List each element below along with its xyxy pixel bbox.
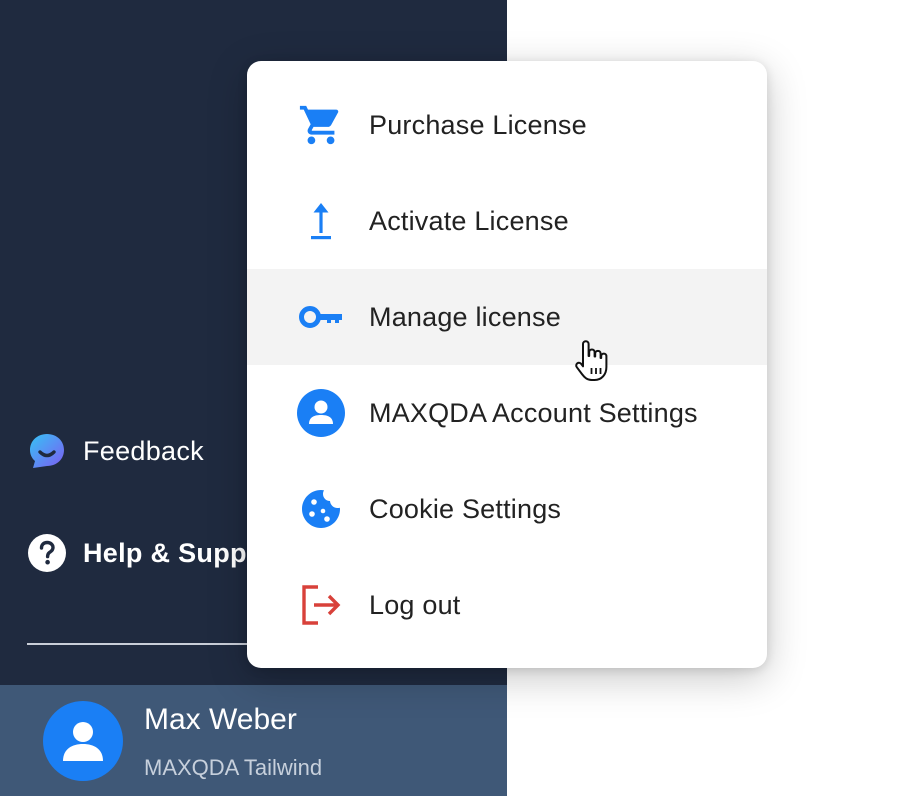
- hand-pointer-cursor-icon: [574, 340, 610, 382]
- cart-icon: [297, 101, 345, 149]
- menu-item-manage-license[interactable]: Manage license: [247, 269, 767, 365]
- menu-item-account-settings[interactable]: MAXQDA Account Settings: [247, 365, 767, 461]
- menu-item-label: Log out: [369, 589, 461, 620]
- menu-item-activate-license[interactable]: Activate License: [247, 173, 767, 269]
- menu-item-label: MAXQDA Account Settings: [369, 397, 698, 428]
- menu-item-label: Activate License: [369, 205, 569, 236]
- logout-icon: [297, 581, 345, 629]
- user-name: Max Weber: [144, 703, 297, 736]
- sidebar-item-help-support[interactable]: Help & Support: [27, 533, 284, 573]
- user-avatar-icon: [43, 701, 123, 781]
- account-dropdown-menu: Purchase License Activate License Manage…: [247, 61, 767, 668]
- menu-item-label: Manage license: [369, 301, 561, 332]
- key-icon: [297, 293, 345, 341]
- upload-arrow-icon: [297, 197, 345, 245]
- menu-item-log-out[interactable]: Log out: [247, 557, 767, 653]
- menu-item-cookie-settings[interactable]: Cookie Settings: [247, 461, 767, 557]
- help-question-icon: [27, 533, 67, 573]
- menu-item-purchase-license[interactable]: Purchase License: [247, 77, 767, 173]
- sidebar-item-label: Feedback: [83, 435, 204, 466]
- menu-item-label: Purchase License: [369, 109, 587, 140]
- cookie-icon: [297, 485, 345, 533]
- user-organization: MAXQDA Tailwind: [144, 755, 323, 780]
- user-profile-button[interactable]: Max Weber MAXQDA Tailwind: [0, 685, 507, 796]
- menu-item-label: Cookie Settings: [369, 493, 562, 524]
- feedback-chat-icon: [27, 431, 67, 471]
- account-icon: [297, 389, 345, 437]
- sidebar-item-feedback[interactable]: Feedback: [27, 431, 204, 471]
